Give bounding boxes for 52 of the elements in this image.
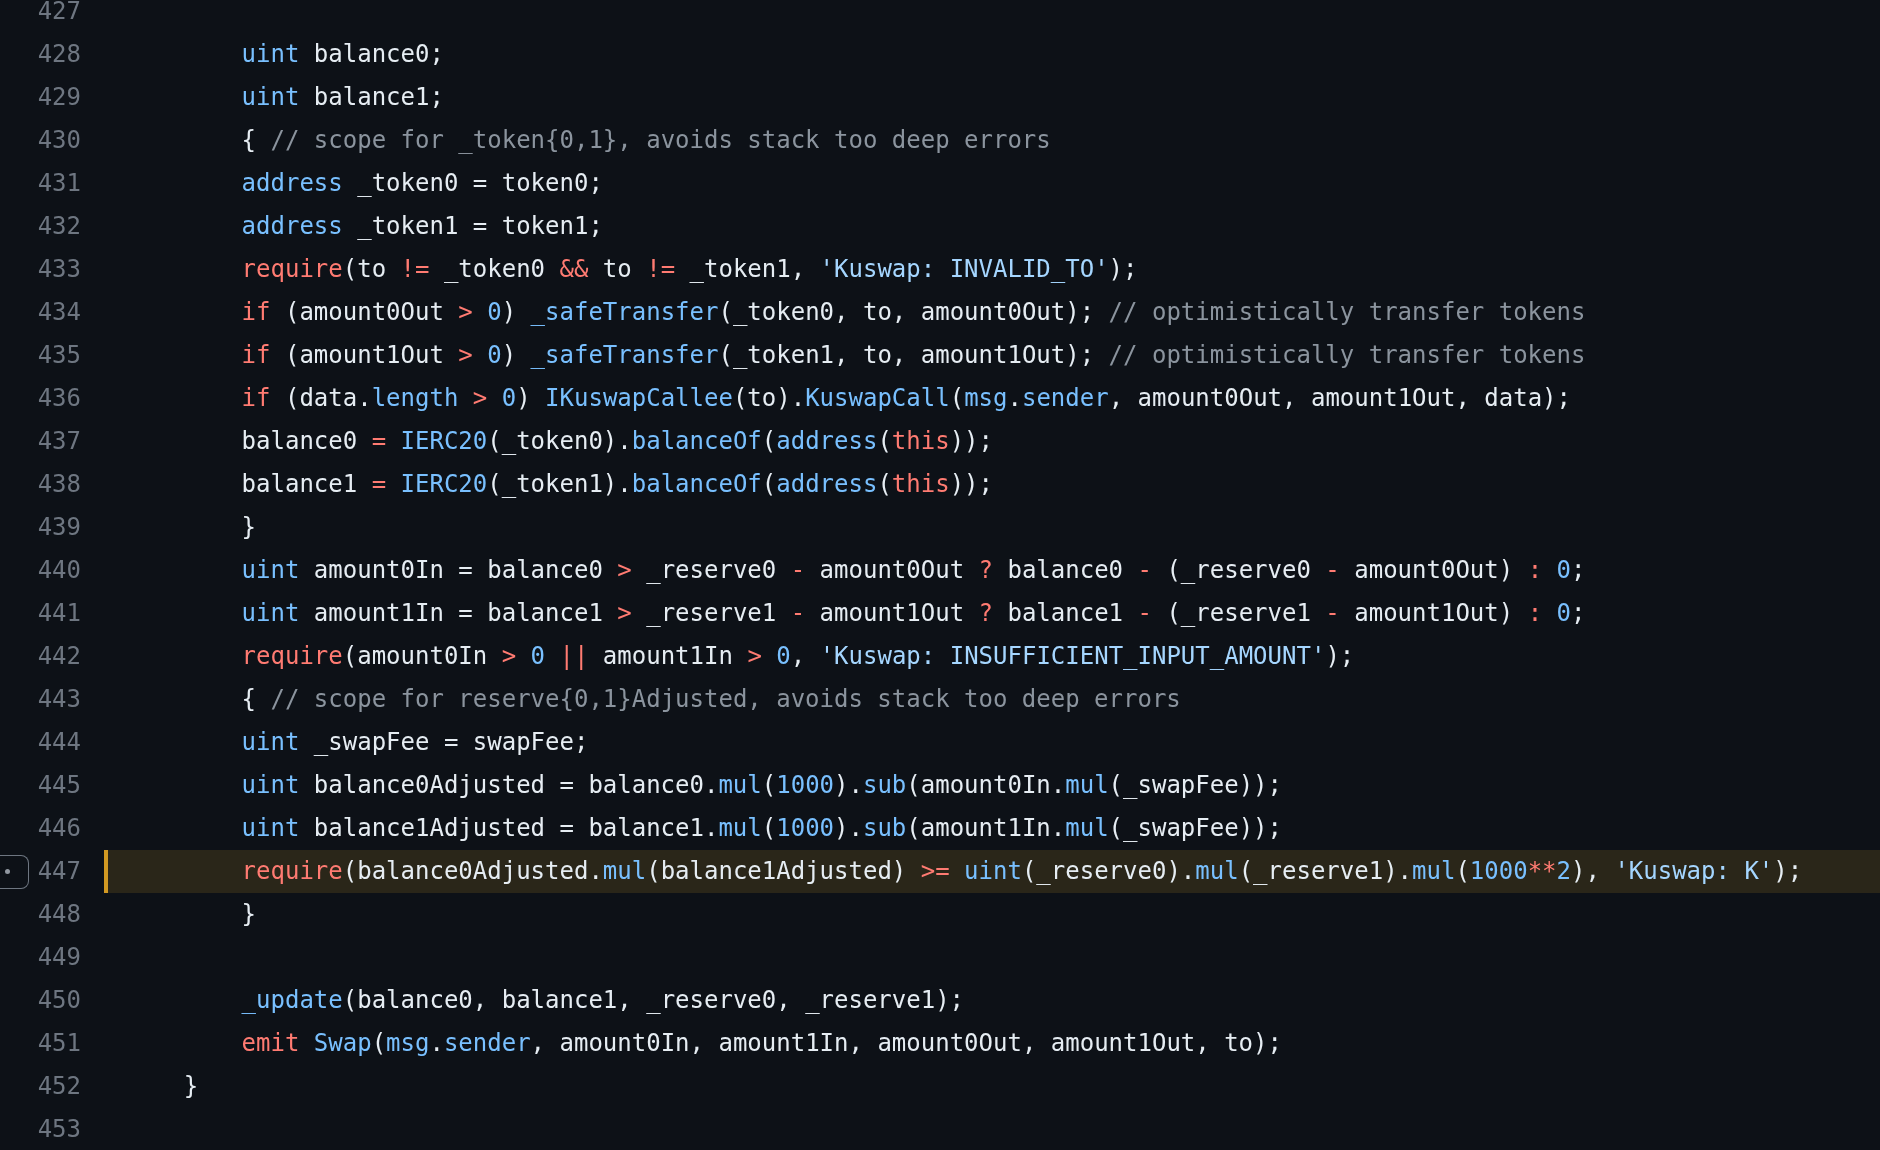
line-number: 445: [36, 770, 81, 801]
line-number: 449: [36, 942, 81, 973]
code-line: uint amount0In = balance0 > _reserve0 - amount0Out ? balance0 - (_reserve0 - amount0Out) : 0;: [240, 555, 1586, 586]
code-line: uint balance1;: [240, 82, 444, 113]
code-line: require(amount0In > 0 || amount1In > 0, 'Kuswap: INSUFFICIENT_INPUT_AMOUNT');: [240, 641, 1355, 672]
line-number: 442: [36, 641, 81, 672]
code-line: }: [240, 512, 257, 543]
line-number: 433: [36, 254, 81, 285]
line-number: 435: [36, 340, 81, 371]
line-number: 427: [36, 0, 81, 27]
code-line: emit Swap(msg.sender, amount0In, amount1In, amount0Out, amount1Out, to);: [240, 1028, 1282, 1059]
code-line: uint _swapFee = swapFee;: [240, 727, 589, 758]
code-line: _update(balance0, balance1, _reserve0, _reserve1);: [240, 985, 965, 1016]
line-number: 439: [36, 512, 81, 543]
line-number: 434: [36, 297, 81, 328]
code-line: }: [182, 1071, 199, 1102]
code-line: uint balance0Adjusted = balance0.mul(1000).sub(amount0In.mul(_swapFee));: [240, 770, 1282, 801]
code-line: address _token1 = token1;: [240, 211, 603, 242]
line-number: 437: [36, 426, 81, 457]
code-line: require(balance0Adjusted.mul(balance1Adjusted) >= uint(_reserve0).mul(_reserve1).mul(1000**2), 'Kuswap: K');: [240, 856, 1803, 887]
line-number: 436: [36, 383, 81, 414]
line-number: 441: [36, 598, 81, 629]
line-number: 448: [36, 899, 81, 930]
line-number: 438: [36, 469, 81, 500]
line-number: 450: [36, 985, 81, 1016]
code-line: require(to != _token0 && to != _token1, 'Kuswap: INVALID_TO');: [240, 254, 1138, 285]
code-line: if (data.length > 0) IKuswapCallee(to).KuswapCall(msg.sender, amount0Out, amount1Out, data);: [240, 383, 1571, 414]
code-line: balance0 = IERC20(_token0).balanceOf(address(this));: [240, 426, 993, 457]
line-number: 431: [36, 168, 81, 199]
code-line: uint amount1In = balance1 > _reserve1 - amount1Out ? balance1 - (_reserve1 - amount1Out) : 0;: [240, 598, 1586, 629]
code-line: address _token0 = token0;: [240, 168, 603, 199]
line-number: 452: [36, 1071, 81, 1102]
line-number: 447: [36, 856, 81, 887]
line-number: 443: [36, 684, 81, 715]
line-number: 432: [36, 211, 81, 242]
code-line: { // scope for reserve{0,1}Adjusted, avoids stack too deep errors: [240, 684, 1181, 715]
line-number: 453: [36, 1114, 81, 1145]
code-line: uint balance0;: [240, 39, 444, 70]
line-number: 440: [36, 555, 81, 586]
line-number: 446: [36, 813, 81, 844]
line-options-button[interactable]: [0, 854, 29, 889]
code-line: { // scope for _token{0,1}, avoids stack too deep errors: [240, 125, 1051, 156]
code-line: uint balance1Adjusted = balance1.mul(1000).sub(amount1In.mul(_swapFee));: [240, 813, 1282, 844]
line-number: 451: [36, 1028, 81, 1059]
line-number: 428: [36, 39, 81, 70]
code-line: if (amount0Out > 0) _safeTransfer(_token0, to, amount0Out); // optimistically transfer tokens: [240, 297, 1586, 328]
line-number: 444: [36, 727, 81, 758]
line-number: 430: [36, 125, 81, 156]
code-line: if (amount1Out > 0) _safeTransfer(_token1, to, amount1Out); // optimistically transfer tokens: [240, 340, 1586, 371]
code-line: balance1 = IERC20(_token1).balanceOf(address(this));: [240, 469, 993, 500]
line-number: 429: [36, 82, 81, 113]
code-line: }: [240, 899, 257, 930]
